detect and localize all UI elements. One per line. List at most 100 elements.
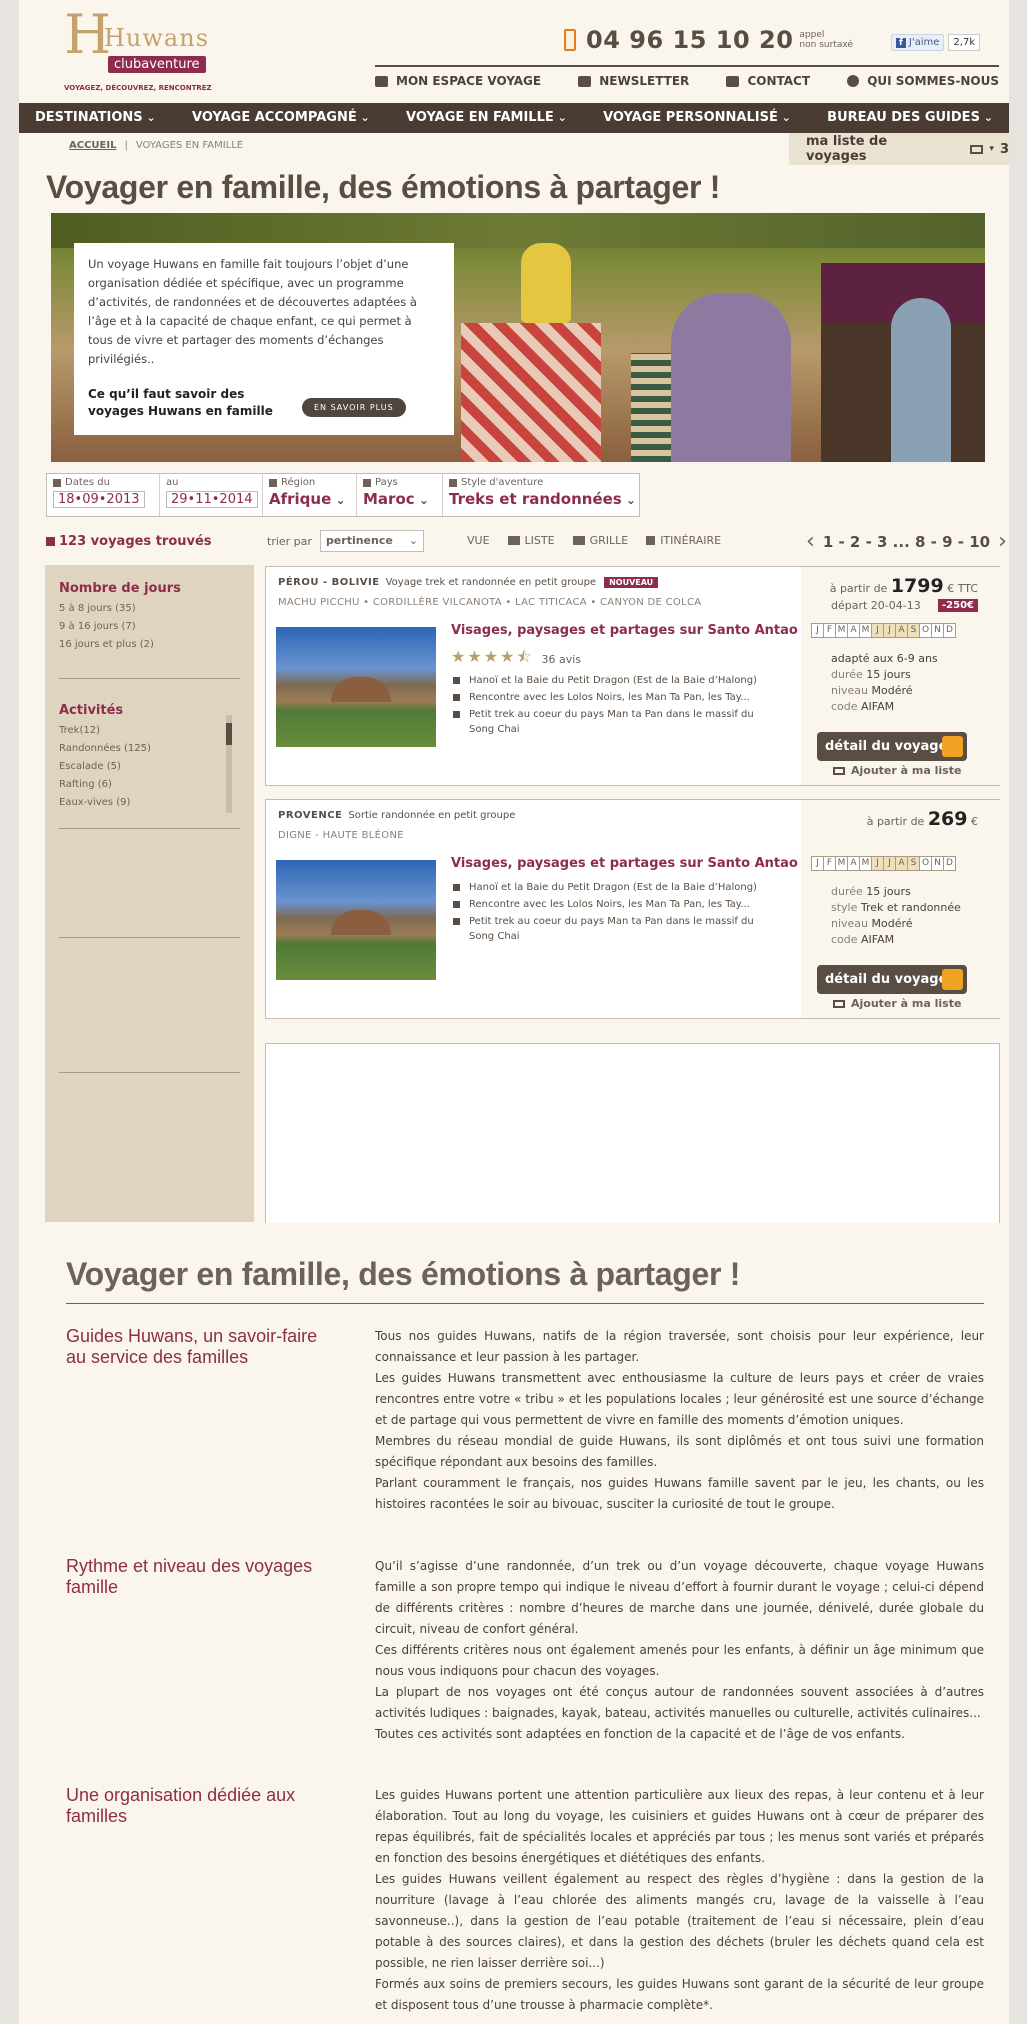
link-mon-espace[interactable]: MON ESPACE VOYAGE — [375, 74, 541, 88]
chevron-right-icon[interactable]: › — [998, 529, 1007, 554]
trip-side-panel: à partir de 269 € JFMAMJJASOND durée 15 … — [801, 800, 1000, 1018]
trip-route: MACHU PICCHU • CORDILLÈRE VILCANOTA • LA… — [278, 597, 702, 608]
trip-title[interactable]: Visages, paysages et partages sur Santo … — [451, 856, 798, 871]
view-itinerary[interactable]: ITINÉRAIRE — [646, 534, 721, 547]
folder-icon — [833, 999, 845, 1008]
phone-note: appel non surtaxé — [799, 30, 853, 50]
link-contact[interactable]: CONTACT — [726, 74, 810, 88]
trip-type: Voyage trek et randonnée en petit groupe — [385, 577, 597, 588]
section-heading: Rythme et niveau des voyages famille — [66, 1556, 313, 1597]
trip-photo[interactable] — [276, 860, 436, 980]
fb-like-count: 2,7k — [948, 34, 981, 51]
trip-info: durée 15 jours style Trek et randonnée n… — [831, 885, 961, 946]
logo-sub: clubaventure — [108, 56, 206, 73]
add-to-list[interactable]: Ajouter à ma liste — [833, 764, 961, 777]
search-icon — [942, 969, 963, 990]
link-qui-sommes-nous[interactable]: QUI SOMMES-NOUS — [847, 74, 999, 88]
mail-icon — [726, 75, 740, 87]
top-links: MON ESPACE VOYAGE NEWSLETTER CONTACT QUI… — [375, 65, 999, 88]
sort-select[interactable]: pertinence ⌄ — [319, 530, 424, 552]
activity-option[interactable]: Rafting (6) — [59, 776, 240, 794]
nav-bureau-des-guides[interactable]: BUREAU DES GUIDES — [827, 103, 993, 133]
region-select[interactable]: Afrique — [269, 490, 350, 508]
trip-info: adapté aux 6-9 ans durée 15 jours niveau… — [831, 652, 938, 713]
view-grid[interactable]: GRILLE — [572, 534, 628, 547]
my-list-count: 3 — [999, 141, 1009, 157]
calendar-icon — [53, 478, 61, 487]
en-savoir-plus-button[interactable]: EN SAVOIR PLUS — [302, 398, 406, 417]
view-list[interactable]: LISTE — [507, 534, 555, 547]
pagination: ‹ 1 - 2 - 3 ... 8 - 9 - 10 › — [806, 529, 1007, 554]
trip-photo[interactable] — [276, 627, 436, 747]
activities-title: Activités — [59, 703, 124, 718]
results-count: 123 voyages trouvés — [46, 534, 212, 549]
trip-place: PÉROU - BOLIVIE — [278, 577, 380, 588]
trip-title[interactable]: Visages, paysages et partages sur Santo … — [451, 623, 798, 638]
filter-sidebar: Nombre de jours 5 à 8 jours (35) 9 à 16 … — [45, 565, 254, 1222]
activity-option[interactable]: Trek(12) — [59, 722, 240, 740]
newsletter-icon — [578, 75, 592, 87]
search-filters: Dates du 18•09•2013 au 29•11•2014 Région… — [46, 473, 640, 517]
huwans-logo[interactable]: H Huwans clubaventure VOYAGEZ, DÉCOUVREZ… — [64, 8, 214, 93]
facebook-like[interactable]: f J'aime 2,7k — [891, 34, 981, 51]
link-newsletter[interactable]: NEWSLETTER — [578, 74, 689, 88]
list-icon — [507, 536, 520, 545]
nav-destinations[interactable]: DESTINATIONS — [35, 103, 156, 133]
review-count: 36 avis — [541, 653, 582, 666]
pagination-pages[interactable]: 1 - 2 - 3 ... 8 - 9 - 10 — [823, 533, 990, 551]
section-text: Qu’il s’agisse d’une randonnée, d’un tre… — [375, 1559, 984, 1741]
folder-icon — [833, 766, 845, 775]
phone-number[interactable]: 04 96 15 10 20 — [586, 26, 793, 54]
months-calendar: JFMAMJJASOND — [811, 856, 956, 871]
style-select[interactable]: Treks et randonnées — [449, 490, 633, 508]
nav-voyage-personnalise[interactable]: VOYAGE PERSONNALISÉ — [603, 103, 791, 133]
highlight-item: Rencontre avec les Lolos Noirs, les Man … — [451, 690, 776, 705]
sort-control: trier par pertinence ⌄ — [267, 530, 424, 552]
filter-style[interactable]: Style d'aventure Treks et randonnées — [443, 474, 639, 516]
highlight-item: Hanoï et la Baie du Petit Dragon (Est de… — [451, 880, 776, 895]
breadcrumb-home[interactable]: ACCUEIL — [69, 140, 116, 151]
highlight-item: Petit trek au coeur du pays Man ta Pan d… — [451, 914, 776, 944]
nav-voyage-accompagne[interactable]: VOYAGE ACCOMPAGNÉ — [192, 103, 370, 133]
highlight-item: Rencontre avec les Lolos Noirs, les Man … — [451, 897, 776, 912]
date-to-input[interactable]: 29•11•2014 — [166, 491, 258, 508]
chevron-left-icon[interactable]: ‹ — [806, 529, 815, 554]
hero-bold-text: Ce qu’il faut savoir des voyages Huwans … — [88, 387, 273, 418]
facebook-icon: f — [896, 38, 906, 48]
list-icon — [46, 537, 55, 546]
nav-voyage-en-famille[interactable]: VOYAGE EN FAMILLE — [406, 103, 567, 133]
section-heading: Une organisation dédiée aux familles — [66, 1785, 296, 1826]
days-option[interactable]: 9 à 16 jours (7) — [59, 618, 240, 636]
my-list-button[interactable]: ma liste de voyages ▾ 3 — [789, 133, 1009, 165]
activity-option[interactable]: Eaux-vives (9) — [59, 794, 240, 812]
filter-date-from: Dates du 18•09•2013 — [47, 474, 160, 516]
page: H Huwans clubaventure VOYAGEZ, DÉCOUVREZ… — [19, 0, 1009, 2024]
days-title: Nombre de jours — [59, 581, 181, 596]
trip-type: Sortie randonnée en petit groupe — [348, 810, 516, 821]
trip-card: PÉROU - BOLIVIE Voyage trek et randonnée … — [265, 566, 1000, 786]
pays-select[interactable]: Maroc — [363, 490, 436, 508]
phone-block: 04 96 15 10 20 appel non surtaxé — [564, 26, 853, 54]
my-list-label: ma liste de voyages — [806, 134, 888, 164]
detail-button[interactable]: détail du voyage — [817, 965, 967, 994]
add-to-list[interactable]: Ajouter à ma liste — [833, 997, 961, 1010]
activity-option[interactable]: Randonnées (125) — [59, 740, 240, 758]
trip-price: à partir de 269 € — [866, 808, 978, 830]
date-from-input[interactable]: 18•09•2013 — [53, 491, 145, 508]
section-heading: Guides Huwans, un savoir-faire au servic… — [66, 1326, 318, 1367]
rating-stars: ★★★★⯪ 36 avis — [451, 647, 582, 666]
days-option[interactable]: 16 jours et plus (2) — [59, 636, 240, 654]
activities-scrollbar[interactable] — [226, 715, 232, 813]
phone-icon — [564, 29, 576, 51]
trip-price: à partir de 1799 € TTC — [829, 575, 978, 597]
days-option[interactable]: 5 à 8 jours (35) — [59, 600, 240, 618]
filter-pays[interactable]: Pays Maroc — [357, 474, 443, 516]
filter-region[interactable]: Région Afrique — [263, 474, 357, 516]
activity-option[interactable]: Escalade (5) — [59, 758, 240, 776]
detail-button[interactable]: détail du voyage — [817, 732, 967, 761]
chevron-down-icon: ▾ — [989, 144, 994, 154]
filter-date-to: au 29•11•2014 — [160, 474, 263, 516]
logo-tagline: VOYAGEZ, DÉCOUVREZ, RENCONTREZ — [64, 84, 212, 92]
trip-highlights: Hanoï et la Baie du Petit Dragon (Est de… — [451, 673, 776, 739]
article-title: Voyager en famille, des émotions à parta… — [66, 1256, 741, 1292]
